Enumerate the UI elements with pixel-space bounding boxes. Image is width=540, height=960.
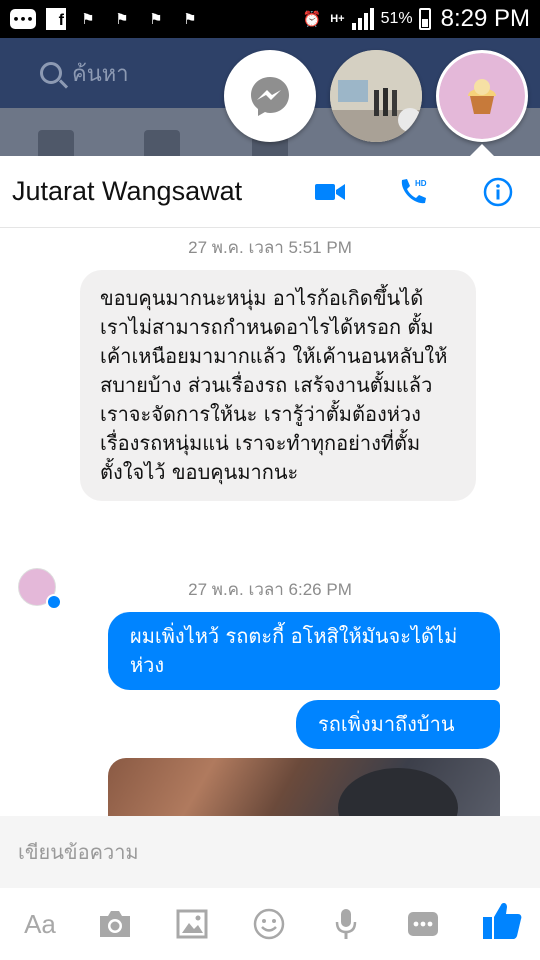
more-options-button[interactable] [403,904,443,944]
cupcake-icon [468,79,496,114]
microphone-icon [335,909,357,939]
clock: 8:29 PM [440,5,530,32]
background-tab [38,130,74,158]
emoji-icon [253,908,285,940]
gallery-icon [176,909,208,939]
photo-message[interactable] [108,758,500,816]
signal-icon [351,8,374,30]
info-icon [483,177,513,207]
battery-percent: 51% [380,10,413,27]
flag-notification-icon: ⚑ [183,10,197,28]
group-chat-head[interactable] [330,50,422,142]
message-composer[interactable]: เขียนข้อความ [0,816,540,888]
flag-notification-icon: ⚑ [81,10,95,28]
hd-phone-icon: HD [401,179,427,204]
messenger-icon [251,77,289,116]
outgoing-message[interactable]: ผมเพิ่งไหว้ รถตะกี้ อโหสิให้มันจะได้ไม่ห… [108,612,500,690]
camera-button[interactable] [95,904,135,944]
chat-notification-icon: ••• [10,9,36,29]
chat-head-pointer [470,144,494,156]
alarm-icon: ⏰ [302,11,322,28]
chat-panel: Jutarat Wangsawat HD 27 พ.ค. เวลา 5:51 P… [0,156,540,960]
info-button[interactable] [482,176,514,208]
camera-icon [100,911,130,937]
status-bar: ••• f ⚑ ⚑ ⚑ ⚑ ⏰ H+ 51% 8:29 PM [0,0,540,38]
contact-chat-head[interactable] [436,50,528,142]
contact-name[interactable]: Jutarat Wangsawat [12,176,242,207]
message-list[interactable]: 27 พ.ค. เวลา 5:51 PM ขอบคุนมากนะหนุ่ม อา… [0,228,540,816]
more-icon [408,912,438,936]
messenger-chat-head[interactable] [224,50,316,142]
video-call-button[interactable] [314,176,346,208]
background-tab [144,130,180,158]
microphone-button[interactable] [326,904,366,944]
like-icon [483,902,522,939]
flag-notification-icon: ⚑ [115,10,129,28]
group-photo-thumbnail [330,50,422,142]
chat-header: Jutarat Wangsawat HD [0,156,540,228]
outgoing-message[interactable]: รถเพิ่งมาถึงบ้าน [296,700,500,749]
network-type: H+ [330,12,345,25]
hd-voice-call-button[interactable]: HD [398,176,430,208]
facebook-notification-icon: f [46,8,66,30]
message-input[interactable]: เขียนข้อความ [18,836,139,868]
message-timestamp: 27 พ.ค. เวลา 5:51 PM [188,238,352,257]
gallery-button[interactable] [172,904,212,944]
cupcake-logo-avatar [439,53,525,139]
message-timestamp: 27 พ.ค. เวลา 6:26 PM [188,580,352,599]
composer-toolbar: Aa [0,888,540,960]
background-search-placeholder: ค้นหา [72,61,129,87]
battery-icon [418,8,431,30]
like-button[interactable] [478,896,526,944]
flag-notification-icon: ⚑ [149,10,163,28]
search-icon [40,62,62,84]
text-format-button[interactable]: Aa [20,904,60,944]
emoji-button[interactable] [249,904,289,944]
video-call-icon [315,184,345,200]
svg-text:HD: HD [415,179,427,188]
incoming-message[interactable]: ขอบคุนมากนะหนุ่ม อาไรก้อเกิดขึ้นได้ เราไ… [80,270,476,501]
